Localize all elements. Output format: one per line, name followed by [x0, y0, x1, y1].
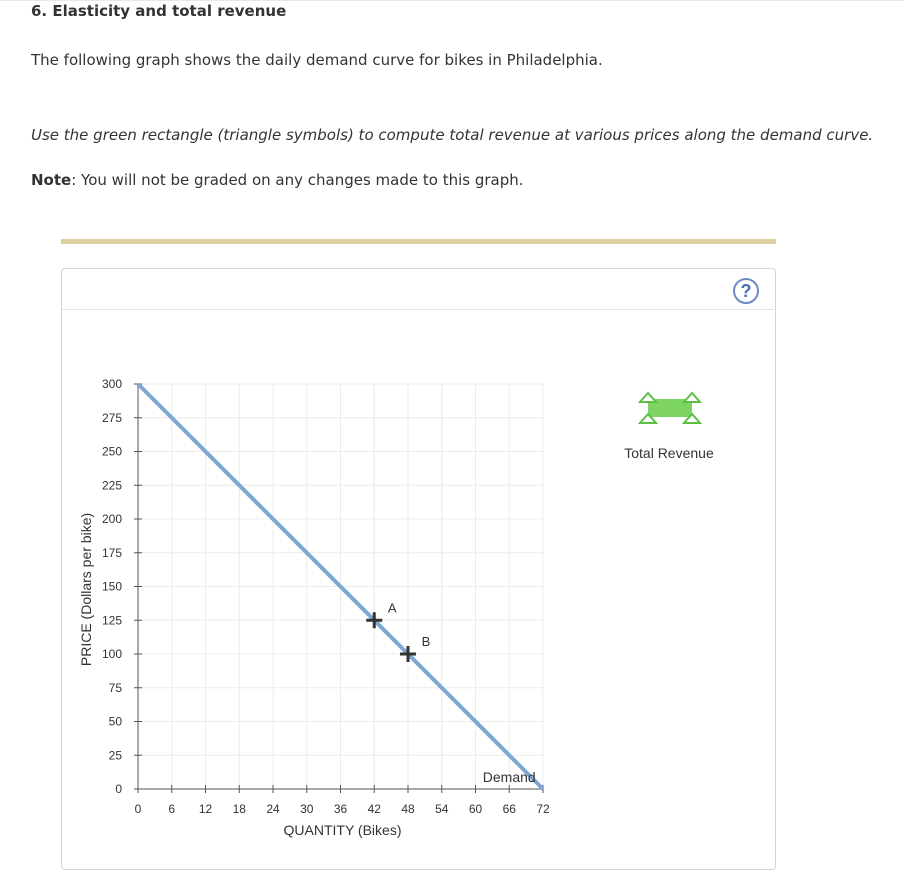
x-tick-label: 54 — [435, 802, 449, 816]
chart-points: AB — [366, 600, 430, 662]
total-revenue-label: Total Revenue — [624, 445, 714, 461]
y-tick-label: 150 — [102, 580, 122, 594]
legend: Total Revenue — [624, 391, 714, 461]
demand-curve-label: Demand — [483, 769, 536, 785]
y-tick-label: 25 — [109, 748, 123, 762]
point-label: B — [422, 634, 431, 649]
x-tick-label: 72 — [536, 802, 550, 816]
y-tick-label: 300 — [102, 377, 122, 391]
x-tick-label: 30 — [300, 802, 314, 816]
x-tick-label: 60 — [469, 802, 483, 816]
y-tick-label: 75 — [109, 681, 123, 695]
total-revenue-tool[interactable] — [637, 391, 703, 424]
x-tick-label: 18 — [233, 802, 247, 816]
x-tick-label: 12 — [199, 802, 213, 816]
y-tick-label: 100 — [102, 647, 122, 661]
x-axis-title: QUANTITY (Bikes) — [284, 822, 402, 838]
triangle-handle-icon[interactable] — [637, 391, 659, 403]
x-tick-label: 36 — [334, 802, 348, 816]
y-tick-label: 275 — [102, 411, 122, 425]
chart-axes: 0 25 50 75 100 125 150 175 200 225 250 275 300 0 6 12 18… — [102, 377, 550, 816]
y-tick-label: 125 — [102, 613, 122, 627]
y-tick-label: 50 — [109, 715, 123, 729]
y-tick-label: 175 — [102, 546, 122, 560]
demand-chart: 0 25 50 75 100 125 150 175 200 225 250 275 300 0 6 12 18… — [78, 377, 714, 838]
point-label: A — [388, 600, 397, 615]
y-tick-label: 250 — [102, 445, 122, 459]
x-tick-label: 66 — [503, 802, 517, 816]
triangle-handle-icon[interactable] — [681, 391, 703, 403]
x-tick-label: 6 — [168, 802, 175, 816]
y-axis-title: PRICE (Dollars per bike) — [78, 513, 94, 666]
y-tick-label: 200 — [102, 512, 122, 526]
x-tick-label: 42 — [368, 802, 382, 816]
x-tick-label: 0 — [135, 802, 142, 816]
y-tick-label: 0 — [115, 782, 122, 796]
y-tick-label: 225 — [102, 478, 122, 492]
x-tick-label: 24 — [266, 802, 280, 816]
x-tick-label: 48 — [401, 802, 415, 816]
